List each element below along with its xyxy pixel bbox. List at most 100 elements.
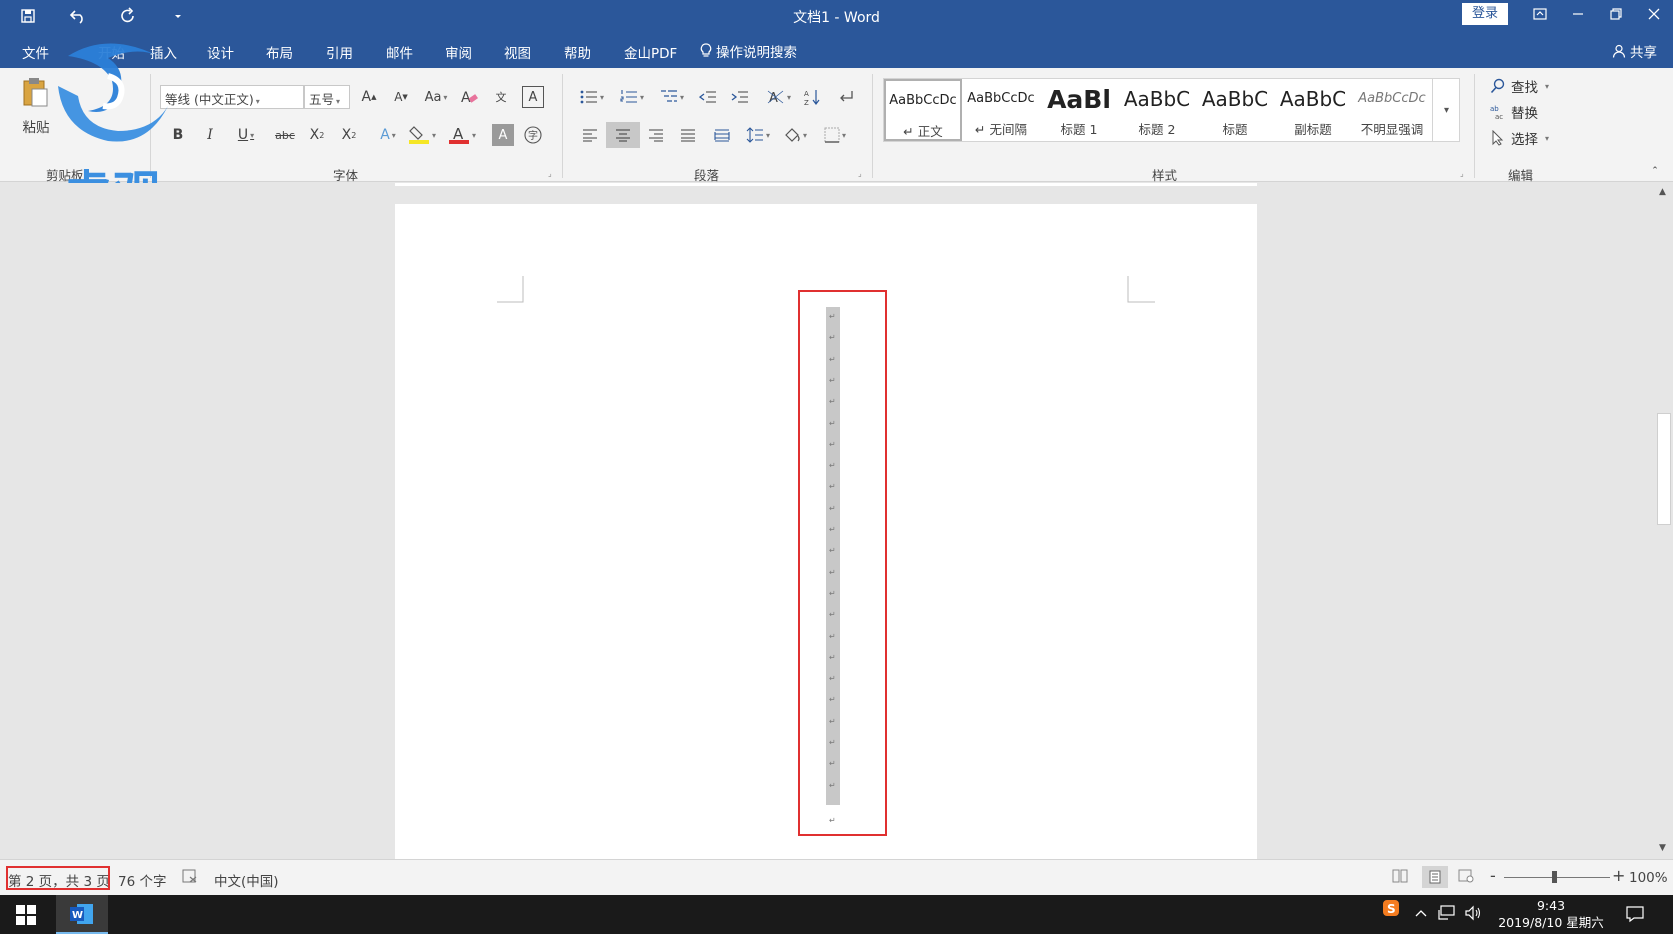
font-color-swatch xyxy=(448,140,469,144)
decrease-indent-icon[interactable] xyxy=(696,86,720,108)
chinese-layout-icon[interactable]: A ▾ xyxy=(764,86,794,108)
font-color-icon[interactable]: A ▾ xyxy=(446,124,478,146)
select-button[interactable]: 选择 ▾ xyxy=(1490,128,1549,148)
style-title[interactable]: AaBbC 标题 xyxy=(1196,79,1274,141)
grow-font-icon[interactable]: A ▲ xyxy=(358,86,380,108)
distributed-icon[interactable] xyxy=(710,124,734,146)
phonetic-guide-icon[interactable]: 文 xyxy=(490,86,512,108)
share-label: 共享 xyxy=(1630,45,1657,61)
sort-icon[interactable]: AZ xyxy=(800,86,824,108)
action-center-icon[interactable] xyxy=(1626,905,1644,927)
line-spacing-icon[interactable]: ▾ xyxy=(742,124,774,146)
zoom-slider[interactable] xyxy=(1504,877,1610,878)
print-layout-icon[interactable] xyxy=(1422,866,1448,888)
svg-text:Z: Z xyxy=(804,99,809,106)
tab-design[interactable]: 设计 xyxy=(207,42,234,62)
align-center-icon[interactable] xyxy=(606,122,640,148)
align-left-icon[interactable] xyxy=(578,124,602,146)
tab-mailings[interactable]: 邮件 xyxy=(386,42,413,62)
paste-icon[interactable] xyxy=(18,74,52,110)
close-icon[interactable] xyxy=(1635,0,1673,28)
shrink-font-icon[interactable]: A ▼ xyxy=(390,86,412,108)
align-right-icon[interactable] xyxy=(644,124,668,146)
network-icon[interactable] xyxy=(1438,905,1456,925)
underline-icon[interactable]: U ▾ xyxy=(232,124,260,146)
justify-icon[interactable] xyxy=(676,124,700,146)
group-divider xyxy=(562,74,563,178)
strikethrough-icon[interactable]: abc xyxy=(272,124,298,146)
numbering-icon[interactable]: ▾ xyxy=(616,86,648,108)
style-subtle-emphasis[interactable]: AaBbCcDc 不明显强调 xyxy=(1352,79,1432,141)
paragraph-dialog-launcher-icon[interactable]: ⌟ xyxy=(858,169,862,178)
style-subtitle[interactable]: AaBbC 副标题 xyxy=(1274,79,1352,141)
collapse-ribbon-icon[interactable]: ⌃ xyxy=(1648,164,1662,178)
font-name-value: 等线 (中文正文) xyxy=(165,92,254,107)
login-button[interactable]: 登录 xyxy=(1462,3,1508,25)
borders-icon[interactable]: ▾ xyxy=(818,124,852,146)
document-area[interactable]: ↵ ↵ ↵ ↵ ↵ ↵ ↵ ↵ ↵ ↵ ↵ ↵ ↵ ↵ ↵ ↵ ↵ ↵ ↵ ↵ ↵ ↵ ↵ ↵ xyxy=(0,183,1655,859)
proofing-icon[interactable] xyxy=(182,869,198,887)
tab-view[interactable]: 视图 xyxy=(504,42,531,62)
tab-kingsoft-pdf[interactable]: 金山PDF xyxy=(624,42,677,62)
vertical-scrollbar[interactable]: ▲ ▼ xyxy=(1655,183,1673,859)
zoom-slider-thumb[interactable] xyxy=(1552,871,1557,883)
font-size-combo[interactable]: 五号 ▾ xyxy=(304,85,350,109)
zoom-out-button[interactable]: - xyxy=(1490,866,1496,885)
tell-me-search[interactable]: 操作说明搜索 xyxy=(700,41,797,61)
windows-start-icon[interactable] xyxy=(16,905,36,929)
tray-expand-icon[interactable] xyxy=(1414,907,1428,922)
tab-review[interactable]: 审阅 xyxy=(445,42,472,62)
superscript-icon[interactable]: X2 xyxy=(338,124,360,146)
paragraph-group-label: 段落 xyxy=(694,168,720,183)
subscript-icon[interactable]: X2 xyxy=(306,124,328,146)
font-dialog-launcher-icon[interactable]: ⌟ xyxy=(548,169,552,178)
tab-references[interactable]: 引用 xyxy=(326,42,353,62)
tab-help[interactable]: 帮助 xyxy=(564,42,591,62)
sogou-ime-icon[interactable]: S xyxy=(1382,899,1400,921)
enclose-characters-icon[interactable]: 字 xyxy=(522,124,544,146)
scroll-down-icon[interactable]: ▼ xyxy=(1659,843,1666,853)
replace-button[interactable]: ab ac 替换 xyxy=(1490,102,1538,122)
share-button[interactable]: 共享 xyxy=(1612,41,1657,61)
highlight-color-icon[interactable]: ▾ xyxy=(406,124,438,146)
taskbar-word-button[interactable]: W xyxy=(56,895,108,934)
text-effects-icon[interactable]: A ▾ xyxy=(374,124,402,146)
multilevel-list-icon[interactable]: ▾ xyxy=(656,86,688,108)
italic-icon[interactable]: I xyxy=(200,124,220,146)
scroll-up-icon[interactable]: ▲ xyxy=(1659,187,1666,197)
minimize-icon[interactable] xyxy=(1559,0,1597,28)
font-name-combo[interactable]: 等线 (中文正文) ▾ xyxy=(160,85,304,109)
clear-formatting-icon[interactable]: A xyxy=(458,86,480,108)
style-preview: AaBbCcDc xyxy=(1358,91,1426,106)
language-indicator[interactable]: 中文(中国) xyxy=(214,870,279,890)
styles-more-icon[interactable]: ▾ xyxy=(1432,78,1460,142)
style-heading-1[interactable]: AaBl 标题 1 xyxy=(1040,79,1118,141)
highlight-swatch xyxy=(408,140,429,144)
replace-icon: abac xyxy=(1490,105,1503,120)
character-border-icon[interactable]: A xyxy=(522,86,544,108)
scrollbar-thumb[interactable] xyxy=(1657,413,1671,525)
word-count[interactable]: 76 个字 xyxy=(118,870,166,890)
find-label: 查找 xyxy=(1511,80,1538,96)
zoom-in-button[interactable]: + xyxy=(1612,866,1625,885)
web-layout-icon[interactable] xyxy=(1458,869,1474,887)
tab-layout[interactable]: 布局 xyxy=(266,42,293,62)
character-shading-icon[interactable]: A xyxy=(492,124,514,146)
style-no-spacing[interactable]: AaBbCcDc ↵ 无间隔 xyxy=(962,79,1040,141)
read-mode-icon[interactable] xyxy=(1392,869,1408,887)
restore-icon[interactable] xyxy=(1597,0,1635,28)
volume-icon[interactable] xyxy=(1464,905,1482,925)
style-heading-2[interactable]: AaBbC 标题 2 xyxy=(1118,79,1196,141)
change-case-icon[interactable]: Aa ▾ xyxy=(422,86,450,108)
ribbon-display-icon[interactable] xyxy=(1521,0,1559,28)
style-normal[interactable]: AaBbCcDc ↵ 正文 xyxy=(884,79,962,141)
bullets-icon[interactable]: ▾ xyxy=(576,86,608,108)
styles-dialog-launcher-icon[interactable]: ⌟ xyxy=(1460,169,1464,178)
show-marks-icon[interactable] xyxy=(834,86,858,108)
tab-file[interactable]: 文件 xyxy=(22,42,49,62)
increase-indent-icon[interactable] xyxy=(728,86,752,108)
taskbar-clock[interactable]: 9:43 2019/8/10 星期六 xyxy=(1488,897,1614,931)
find-button[interactable]: 查找 ▾ xyxy=(1490,76,1549,96)
zoom-level[interactable]: 100% xyxy=(1629,870,1668,886)
shading-icon[interactable]: ▾ xyxy=(778,124,812,146)
